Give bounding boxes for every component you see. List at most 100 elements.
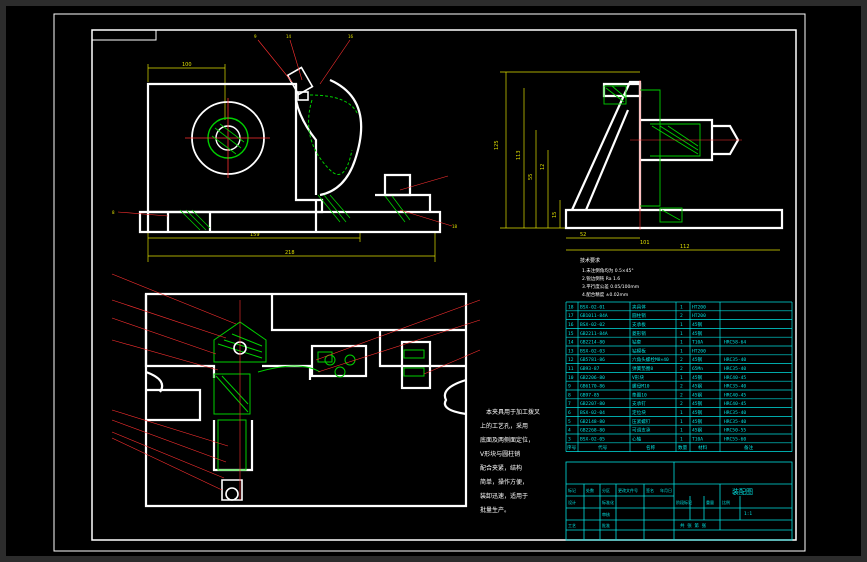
bom-row-qty: 2 — [680, 384, 683, 390]
svg-text:比例: 比例 — [722, 499, 730, 505]
bom-row-note: HRC35-40 — [724, 366, 746, 372]
bom-row-material: 45钢 — [692, 418, 703, 425]
leader-16: 16 — [348, 34, 354, 39]
svg-text:年月日: 年月日 — [660, 487, 672, 493]
dim-113: 113 — [516, 150, 522, 160]
bom-row-no: 5 — [568, 419, 571, 425]
bom-row-qty: 2 — [680, 392, 683, 398]
dim-112: 112 — [680, 244, 690, 250]
bom-row-no: 12 — [568, 357, 574, 363]
bom-row-code: GB2211-84A — [580, 331, 608, 337]
bom-row-note: HRC35-40 — [724, 384, 746, 390]
bom-row-note: HRC58-64 — [724, 340, 746, 346]
bom-row-code: GB6170-86 — [580, 384, 605, 390]
bom-row-material: T10A — [692, 436, 703, 442]
bom-row-name: V形块 — [632, 374, 644, 381]
bom-header-qty: 数量 — [678, 444, 688, 451]
bom-row-material: 45钢 — [692, 356, 703, 363]
dim-55: 55 — [528, 174, 534, 180]
svg-text:阶段标记: 阶段标记 — [676, 499, 692, 505]
bom-row-qty: 1 — [680, 340, 683, 346]
leader-18: 18 — [452, 224, 458, 229]
bom-row-material: HT200 — [692, 348, 706, 354]
bom-row-code: GB93-87 — [580, 366, 600, 372]
bom-row-name: 弹簧垫圈8 — [632, 365, 653, 372]
bom-row-note: HRC35-40 — [724, 357, 746, 363]
dim-125: 125 — [494, 140, 500, 150]
dim-15: 15 — [552, 212, 558, 218]
bom-row-code: GB2206-80 — [580, 375, 605, 381]
svg-text:更改文件号: 更改文件号 — [618, 487, 638, 493]
svg-text:分区: 分区 — [602, 487, 610, 493]
svg-text:底面及两侧面定位，: 底面及两侧面定位， — [480, 436, 534, 444]
svg-text:本夹具用于加工拨叉: 本夹具用于加工拨叉 — [486, 408, 540, 416]
bom-row-qty: 2 — [680, 357, 683, 363]
bom-row-name: 心轴 — [632, 435, 642, 442]
bom-row-no: 13 — [568, 348, 574, 354]
bom-row-code: GB2148-80 — [580, 419, 605, 425]
bom-row-code: GB1011-84A — [580, 313, 608, 319]
svg-text:配合夹紧，结构: 配合夹紧，结构 — [480, 464, 522, 472]
bom-row-name: 钻模板 — [632, 347, 646, 354]
bom-row-note: HRC55-60 — [724, 436, 746, 442]
svg-text:审核: 审核 — [602, 511, 610, 517]
tech-heading: 技术要求 — [580, 257, 600, 264]
bom-row-material: T10A — [692, 340, 703, 346]
bom-row-note: HRC40-45 — [724, 375, 746, 381]
bom-row-material: HT200 — [692, 304, 706, 310]
bom-header-material: 材料 — [698, 444, 708, 451]
bom-row-no: 9 — [568, 384, 571, 390]
bom-row-no: 15 — [568, 331, 574, 337]
bom-row-code: BSX-02-01 — [580, 304, 605, 310]
bom-row-code: BSX-02-04 — [580, 410, 605, 416]
bom-row-code: GB2207-80 — [580, 401, 605, 407]
bom-row-no: 7 — [568, 401, 571, 407]
bom-row-no: 4 — [568, 428, 571, 434]
bom-row-qty: 1 — [680, 322, 683, 328]
bom-row-qty: 1 — [680, 410, 683, 416]
svg-text:上的工艺孔，采用: 上的工艺孔，采用 — [480, 422, 528, 430]
svg-text:标准化: 标准化 — [602, 499, 614, 505]
bom-row-name: 支承板 — [632, 321, 646, 328]
bom-row-name: 夹具体 — [632, 303, 646, 310]
bom-row-qty: 1 — [680, 348, 683, 354]
bom-row-material: 45钢 — [692, 400, 703, 407]
bom-row-qty: 1 — [680, 428, 683, 434]
bom-row-name: 钻套 — [632, 339, 642, 346]
svg-text:批准: 批准 — [602, 522, 610, 528]
svg-text:V形块与圆柱销: V形块与圆柱销 — [480, 450, 520, 458]
bom-row-code: BSX-02-02 — [580, 322, 605, 328]
title-scale: 1:1 — [744, 511, 752, 517]
bom-row-no: 17 — [568, 313, 574, 319]
dim-100: 100 — [182, 62, 192, 68]
dim-101: 101 — [640, 240, 650, 246]
bom-row-no: 14 — [568, 340, 574, 346]
bom-row-name: 压紧螺钉 — [632, 418, 651, 425]
bom-row-code: GB5781-86 — [580, 357, 605, 363]
bom-row-qty: 1 — [680, 436, 683, 442]
bom-row-name: 菱形销 — [632, 330, 646, 337]
dim-12: 12 — [540, 164, 546, 170]
bom-header-name: 名称 — [646, 444, 656, 451]
bom-row-qty: 1 — [680, 375, 683, 381]
bom-row-material: 45钢 — [692, 409, 703, 416]
bom-row-material: 45钢 — [692, 391, 703, 398]
svg-text:批量生产。: 批量生产。 — [480, 506, 510, 514]
bom-row-code: GB2214-80 — [580, 340, 605, 346]
bom-row-note: HRC50-55 — [724, 428, 746, 434]
bom-row-name: 六角头螺栓M8×40 — [632, 356, 669, 363]
bom-row-name: 定位块 — [632, 409, 646, 416]
tech-line-1: 1.未注倒角均为 0.5×45° — [582, 267, 634, 274]
svg-text:简单，操作方便，: 简单，操作方便， — [480, 478, 528, 486]
bom-row-qty: 1 — [680, 331, 683, 337]
bom-row-note: HRC40-45 — [724, 392, 746, 398]
svg-text:重量: 重量 — [706, 499, 714, 505]
svg-text:签名: 签名 — [646, 487, 654, 493]
bom-row-name: 垫圈10 — [632, 391, 647, 398]
dim-218: 218 — [285, 250, 295, 256]
tech-line-4: 4.配合精度 ±0.02mm — [582, 291, 628, 298]
bom-row-qty: 1 — [680, 419, 683, 425]
bom-row-material: 45钢 — [692, 427, 703, 434]
bom-row-note: HRC40-45 — [724, 401, 746, 407]
svg-text:设计: 设计 — [568, 499, 576, 505]
